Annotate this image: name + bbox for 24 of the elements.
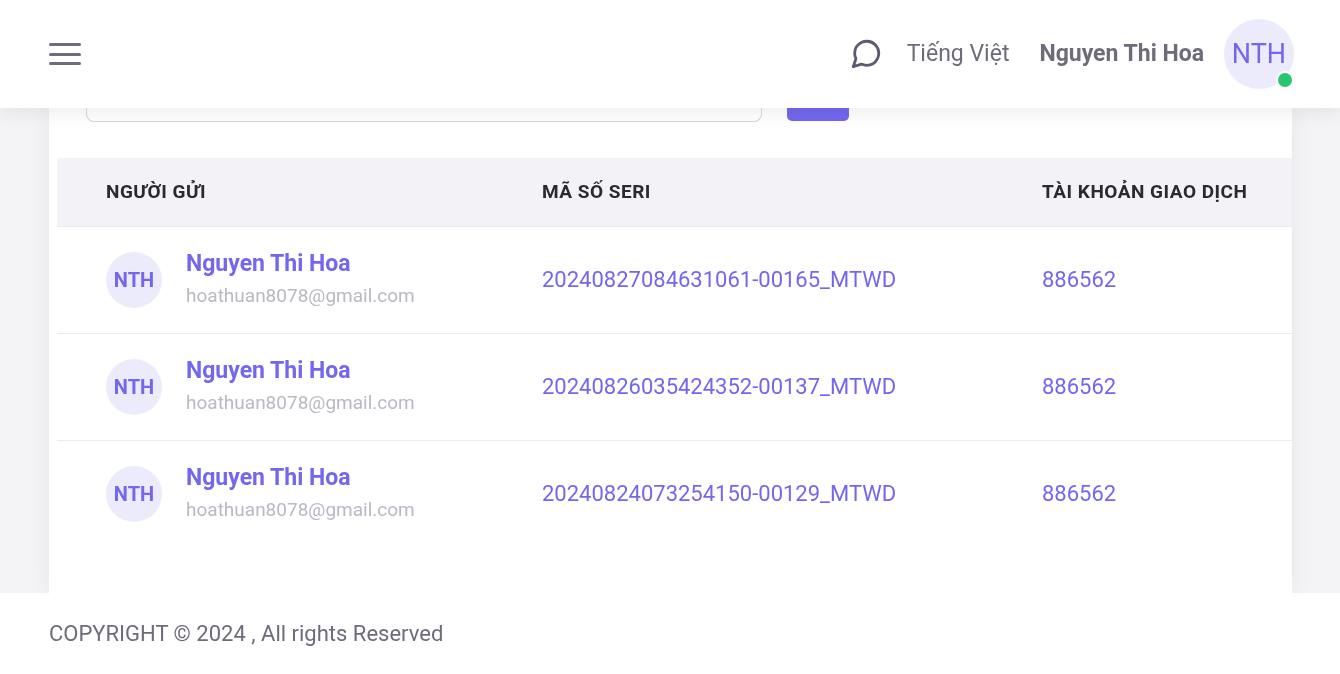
account-number: 886562 — [1042, 481, 1117, 507]
serial-number: 20240826035424352-00137_MTWD — [542, 374, 897, 399]
serial-number: 20240824073254150-00129_MTWD — [542, 481, 897, 507]
column-header: NGƯỜI GỬI — [106, 179, 207, 203]
account-number: 886562 — [1042, 267, 1117, 292]
serial-number: 20240827084631061-00165_MTWD — [542, 267, 897, 292]
sender-avatar: NTH — [106, 465, 162, 522]
sender-avatar: NTH — [106, 251, 162, 308]
sender-name[interactable]: Nguyen Thi Hoa — [186, 461, 415, 494]
user-name: Nguyen Thi Hoa — [1039, 38, 1204, 69]
sender-email: hoathuan8078@gmail.com — [186, 496, 415, 523]
search-field[interactable] — [86, 108, 762, 122]
sender-email: hoathuan8078@gmail.com — [186, 389, 415, 416]
column-header: TÀI KHOẢN GIAO DỊCH — [1042, 179, 1248, 203]
column-header: MÃ SỐ SERI — [542, 179, 651, 203]
sender-avatar: NTH — [106, 358, 162, 415]
account-number: 886562 — [1042, 374, 1117, 399]
language-link[interactable]: Tiếng Việt — [906, 36, 1010, 72]
menu-icon[interactable] — [49, 42, 81, 66]
sender-name[interactable]: Nguyen Thi Hoa — [186, 247, 415, 280]
copyright-text: COPYRIGHT © 2024 , All rights Reserved — [49, 620, 444, 648]
user-avatar[interactable]: NTH — [1224, 19, 1294, 89]
sender-name[interactable]: Nguyen Thi Hoa — [186, 354, 415, 387]
sender-email: hoathuan8078@gmail.com — [186, 282, 415, 309]
